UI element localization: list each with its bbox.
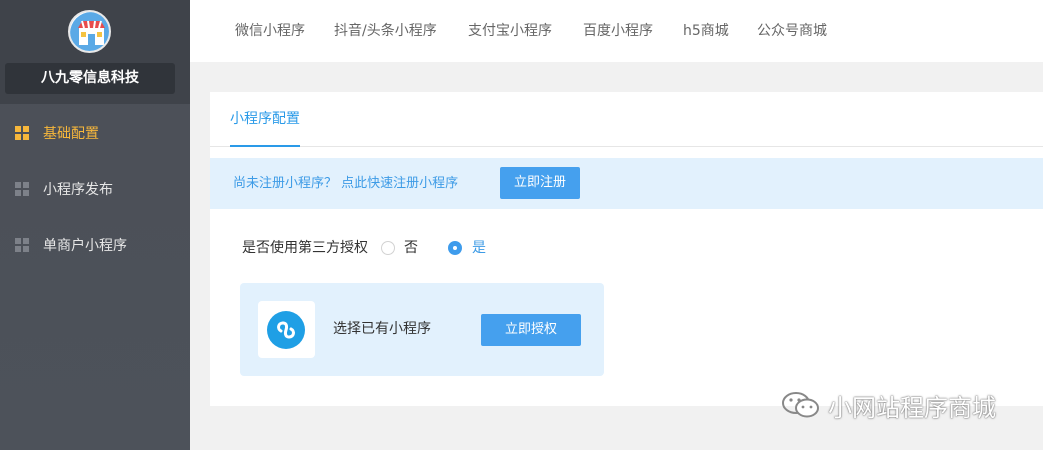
tab-douyin-mini[interactable]: 抖音/头条小程序 [334, 0, 437, 62]
radio-yes[interactable] [448, 241, 462, 255]
tab-baidu-mini[interactable]: 百度小程序 [583, 0, 653, 62]
register-notice: 尚未注册小程序？ 点此快速注册小程序 立即注册 [210, 158, 1043, 209]
sidebar-item-label: 单商户小程序 [43, 238, 127, 254]
avatar[interactable] [68, 10, 111, 53]
sidebar-item-label: 小程序发布 [43, 182, 113, 198]
top-nav: 微信小程序 抖音/头条小程序 支付宝小程序 百度小程序 h5商城 公众号商城 [190, 0, 1043, 62]
grid-icon [15, 126, 29, 140]
sidebar-item-publish[interactable]: 小程序发布 [0, 161, 190, 217]
watermark-text: 小网站程序商城 [828, 394, 996, 422]
existing-mini-program-box: 选择已有小程序 立即授权 [240, 283, 604, 376]
tab-official-account-mall[interactable]: 公众号商城 [757, 0, 827, 62]
sidebar-brand: 八九零信息科技 [0, 0, 190, 104]
grid-icon [15, 182, 29, 196]
card-tabs: 小程序配置 [210, 92, 1043, 147]
existing-mini-program-label: 选择已有小程序 [333, 321, 431, 337]
sidebar-item-single-merchant[interactable]: 单商户小程序 [0, 217, 190, 273]
tab-h5-mall[interactable]: h5商城 [683, 0, 729, 62]
grid-icon [15, 238, 29, 252]
mini-program-logo-icon [267, 311, 305, 349]
radio-no[interactable] [381, 241, 395, 255]
brand-name: 八九零信息科技 [5, 63, 175, 94]
tab-alipay-mini[interactable]: 支付宝小程序 [468, 0, 552, 62]
shop-store-icon [70, 12, 109, 51]
tab-wechat-mini[interactable]: 微信小程序 [235, 0, 305, 62]
mini-program-logo [258, 301, 315, 358]
watermark: 小网站程序商城 [780, 385, 1020, 425]
sidebar: 八九零信息科技 基础配置 小程序发布 单商户小程序 [0, 0, 190, 450]
tab-mini-program-config[interactable]: 小程序配置 [230, 92, 300, 147]
register-notice-link[interactable]: 尚未注册小程序？ 点此快速注册小程序 [233, 158, 458, 209]
sidebar-item-label: 基础配置 [43, 126, 99, 142]
radio-yes-label[interactable]: 是 [472, 238, 486, 258]
radio-no-label[interactable]: 否 [404, 238, 418, 258]
wechat-icon [782, 392, 819, 418]
sidebar-item-basic-config[interactable]: 基础配置 [0, 105, 190, 161]
third-party-auth-label: 是否使用第三方授权 [242, 240, 368, 256]
config-card: 小程序配置 尚未注册小程序？ 点此快速注册小程序 立即注册 是否使用第三方授权 … [210, 92, 1043, 406]
authorize-button[interactable]: 立即授权 [481, 314, 581, 346]
register-button[interactable]: 立即注册 [500, 167, 580, 199]
